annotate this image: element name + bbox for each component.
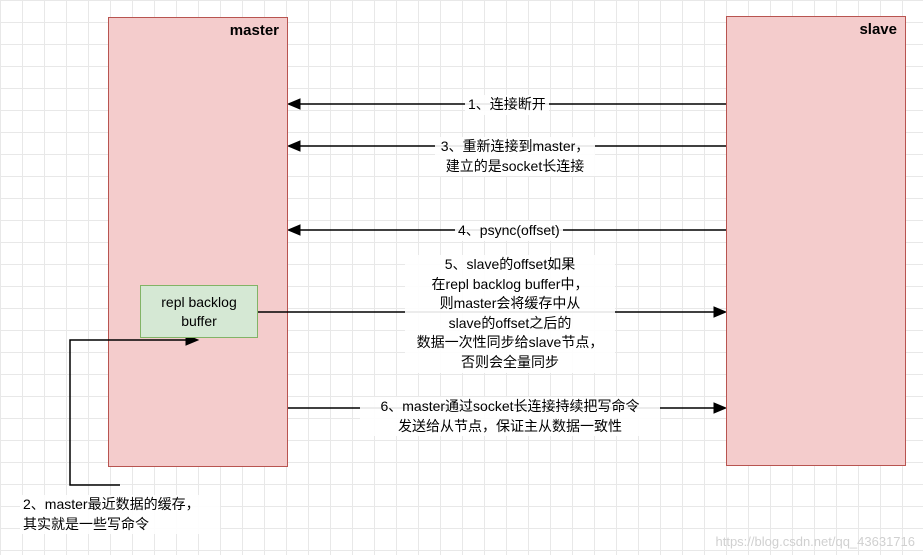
repl-backlog-buffer-label: repl backlog buffer [161,293,237,329]
watermark: https://blog.csdn.net/qq_43631716 [716,534,916,549]
label-2: 2、master最近数据的缓存， 其实就是一些写命令 [20,495,220,534]
slave-box: slave [726,16,906,466]
slave-label: slave [859,21,897,38]
label-4: 4、psync(offset) [455,221,563,241]
label-6: 6、master通过socket长连接持续把写命令 发送给从节点，保证主从数据一… [360,397,660,436]
label-1: 1、连接断开 [465,95,549,115]
arrow-2 [60,330,210,490]
master-label: master [230,22,279,39]
label-3: 3、重新连接到master， 建立的是socket长连接 [435,137,595,176]
repl-backlog-buffer-box: repl backlog buffer [140,285,258,338]
label-5: 5、slave的offset如果 在repl backlog buffer中， … [405,255,615,373]
